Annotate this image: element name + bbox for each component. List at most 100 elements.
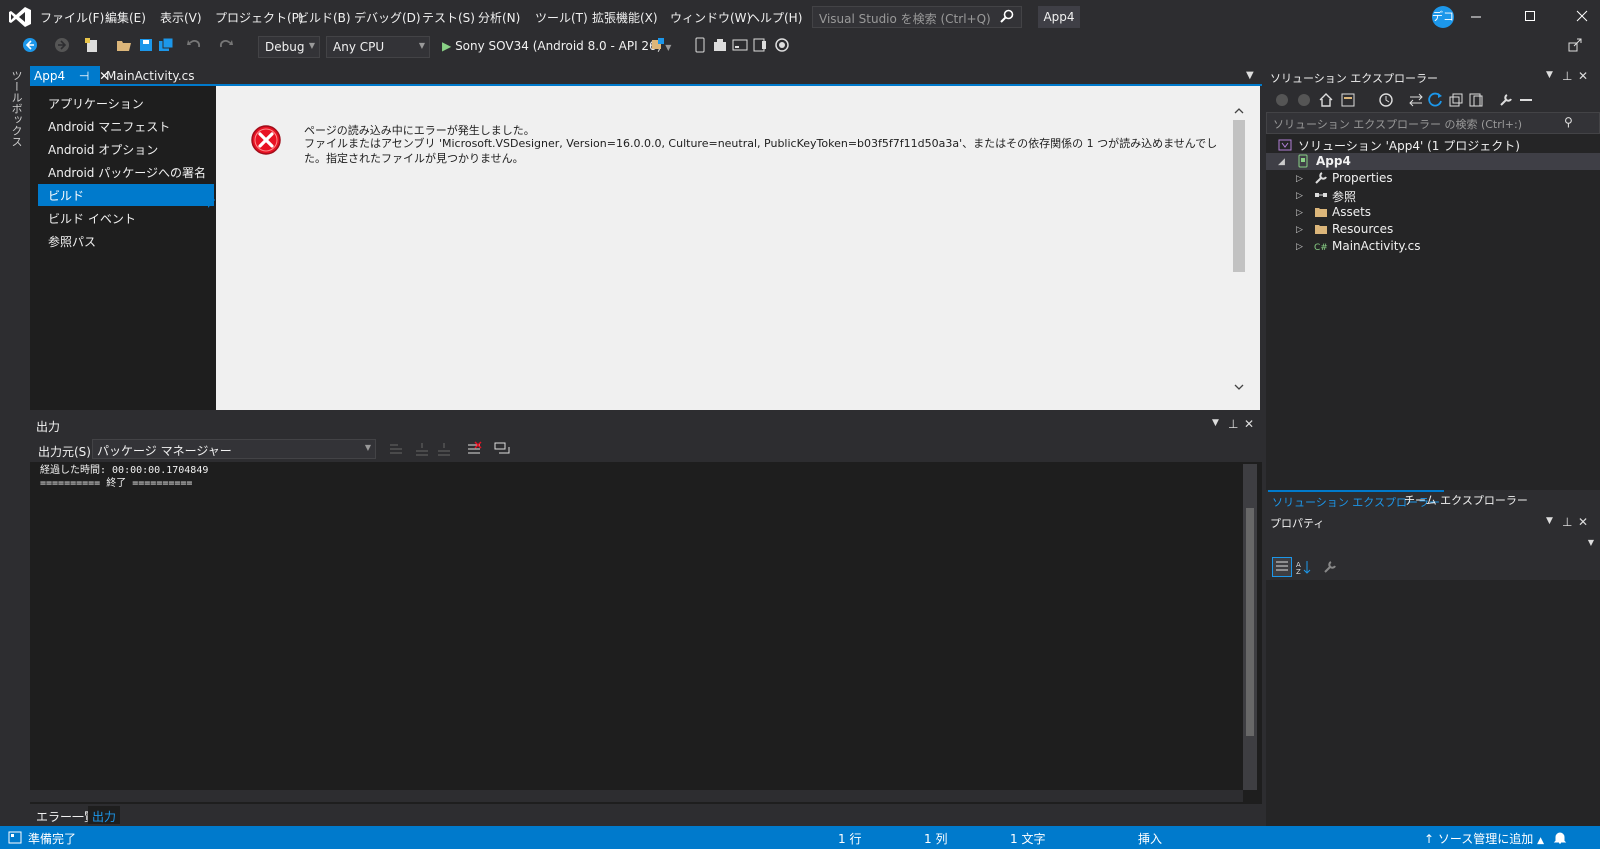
menu-view[interactable]: 表示(V) (160, 9, 202, 26)
profiler-icon[interactable] (774, 37, 790, 53)
pin-icon[interactable]: ⊥ (1562, 515, 1572, 529)
nav-item-build-events[interactable]: ビルド イベント (38, 207, 214, 229)
search-icon[interactable]: ⚲ (1564, 115, 1573, 129)
new-project-icon[interactable] (84, 37, 100, 53)
pin-icon[interactable]: ⊣ (79, 69, 89, 83)
menu-window[interactable]: ウィンドウ(W) (670, 9, 751, 26)
go-to-previous-icon[interactable] (414, 441, 430, 457)
close-panel-icon[interactable]: ✕ (1244, 417, 1254, 431)
clear-all-icon[interactable] (466, 441, 482, 457)
toggle-word-wrap-icon[interactable] (494, 441, 510, 457)
nav-item-android-manifest[interactable]: Android マニフェスト (38, 115, 214, 137)
tab-team-explorer[interactable]: チーム エクスプローラー (1400, 490, 1532, 510)
output-source-select[interactable]: パッケージ マネージャー ▼ (92, 439, 376, 459)
properties-wrench-icon[interactable] (1498, 92, 1514, 108)
panel-dropdown-icon[interactable]: ▼ (1546, 70, 1553, 80)
notifications-bell-icon[interactable] (1553, 831, 1567, 845)
undo-icon[interactable] (186, 37, 202, 53)
close-window-icon[interactable] (1574, 8, 1590, 24)
sync-with-active-document-icon[interactable] (1408, 92, 1424, 108)
expand-arrow-icon[interactable]: ▷ (1296, 174, 1303, 184)
tree-item-mainactivity[interactable]: MainActivity.cs (1332, 239, 1420, 256)
categorized-icon[interactable] (1272, 557, 1292, 577)
expand-arrow-icon[interactable]: ▷ (1296, 225, 1303, 235)
go-to-next-icon[interactable] (436, 441, 452, 457)
live-share-icon[interactable] (1567, 37, 1583, 53)
switch-views-icon[interactable] (1340, 92, 1356, 108)
nav-item-android-package-signing[interactable]: Android パッケージへの署名 (38, 161, 214, 183)
navigate-back-icon[interactable] (22, 37, 38, 53)
device-manager-icon[interactable] (650, 37, 666, 53)
archive-icon[interactable] (752, 37, 768, 53)
panel-dropdown-icon[interactable]: ▼ (1546, 516, 1553, 526)
close-panel-icon[interactable]: ✕ (1578, 69, 1588, 83)
start-debugging-button[interactable]: ▶ Sony SOV34 (Android 8.0 - API 26) ▼ (438, 36, 675, 58)
expand-arrow-icon[interactable]: ▷ (1296, 208, 1303, 218)
toolbox-tab[interactable]: ツールボックス (6, 70, 24, 147)
content-scroll-thumb[interactable] (1233, 120, 1245, 272)
pin-icon[interactable]: ⊥ (1228, 417, 1238, 431)
property-pages-wrench-icon[interactable] (1322, 559, 1338, 575)
tab-app4-properties[interactable]: App4 ⊣ ✕ (30, 66, 109, 86)
nav-item-build[interactable]: ビルド (38, 184, 214, 206)
layout-icon[interactable] (732, 37, 748, 53)
tree-item-solution[interactable]: ソリューション 'App4' (1 プロジェクト) (1298, 137, 1520, 154)
refresh-icon[interactable] (1428, 92, 1444, 108)
output-horizontal-scrollbar[interactable] (30, 790, 1243, 802)
back-icon[interactable] (1274, 92, 1290, 108)
forward-icon[interactable] (1296, 92, 1312, 108)
solution-explorer-search-input[interactable]: ソリューション エクスプローラー の検索 (Ctrl+:) (1266, 112, 1600, 134)
expand-arrow-icon[interactable]: ▷ (1296, 242, 1303, 252)
close-panel-icon[interactable]: ✕ (1578, 515, 1588, 529)
configuration-select[interactable]: Debug ▼ (258, 36, 320, 58)
output-scroll-thumb[interactable] (1246, 508, 1254, 736)
vs-search-input[interactable]: Visual Studio を検索 (Ctrl+Q) (812, 6, 1022, 28)
alphabetical-icon[interactable]: AZ (1296, 559, 1312, 575)
menu-help[interactable]: ヘルプ(H) (748, 9, 802, 26)
pin-icon[interactable]: ⊥ (1562, 69, 1572, 83)
panel-dropdown-icon[interactable]: ▼ (1212, 418, 1219, 428)
tree-item-assets[interactable]: Assets (1332, 205, 1371, 222)
pending-changes-filter-icon[interactable] (1378, 92, 1394, 108)
menu-analyze[interactable]: 分析(N) (478, 9, 520, 26)
collapse-all-icon[interactable] (1448, 92, 1464, 108)
menu-debug[interactable]: デバッグ(D) (354, 9, 421, 26)
platform-select[interactable]: Any CPU ▼ (326, 36, 430, 58)
preview-selected-items-icon[interactable] (1518, 92, 1534, 108)
menu-project[interactable]: プロジェクト(P) (215, 9, 304, 26)
user-avatar[interactable]: デコ (1432, 6, 1454, 28)
minimize-icon[interactable] (1468, 8, 1484, 24)
tab-output[interactable]: 出力 (88, 806, 121, 824)
maximize-icon[interactable] (1522, 8, 1538, 24)
tree-item-project-app4[interactable]: App4 (1316, 154, 1351, 171)
home-icon[interactable] (1318, 92, 1334, 108)
menu-file[interactable]: ファイル(F) (40, 9, 104, 26)
tab-mainactivity-cs[interactable]: MainActivity.cs (102, 66, 194, 86)
nav-item-android-options[interactable]: Android オプション (38, 138, 214, 160)
tab-list-dropdown-icon[interactable]: ▼ (1246, 70, 1254, 81)
properties-object-select[interactable]: ▼ (1266, 534, 1600, 554)
tree-item-properties[interactable]: Properties (1332, 171, 1393, 188)
menu-extensions[interactable]: 拡張機能(X) (592, 9, 658, 26)
nav-item-reference-paths[interactable]: 参照パス (38, 230, 214, 252)
menu-test[interactable]: テスト(S) (422, 9, 475, 26)
open-file-icon[interactable] (116, 37, 132, 53)
redo-icon[interactable] (218, 37, 234, 53)
find-message-icon[interactable] (388, 441, 404, 457)
sdk-manager-icon[interactable] (712, 37, 728, 53)
expand-arrow-icon[interactable]: ▷ (1296, 191, 1303, 201)
save-icon[interactable] (138, 37, 154, 53)
tree-item-resources[interactable]: Resources (1332, 222, 1393, 239)
collapse-arrow-icon[interactable]: ◢ (1278, 157, 1285, 167)
search-icon[interactable] (1000, 9, 1014, 23)
source-control-button[interactable]: ↑ ソース管理に追加 ▲ (1424, 830, 1544, 847)
show-all-files-icon[interactable] (1468, 92, 1484, 108)
android-device-icon[interactable] (692, 37, 708, 53)
save-all-icon[interactable] (158, 37, 174, 53)
menu-tools[interactable]: ツール(T) (535, 9, 588, 26)
tree-item-references[interactable]: 参照 (1332, 188, 1356, 205)
nav-item-application[interactable]: アプリケーション (38, 92, 214, 114)
navigate-forward-icon[interactable] (54, 37, 70, 53)
menu-edit[interactable]: 編集(E) (105, 9, 146, 26)
menu-build[interactable]: ビルド(B) (297, 9, 351, 26)
